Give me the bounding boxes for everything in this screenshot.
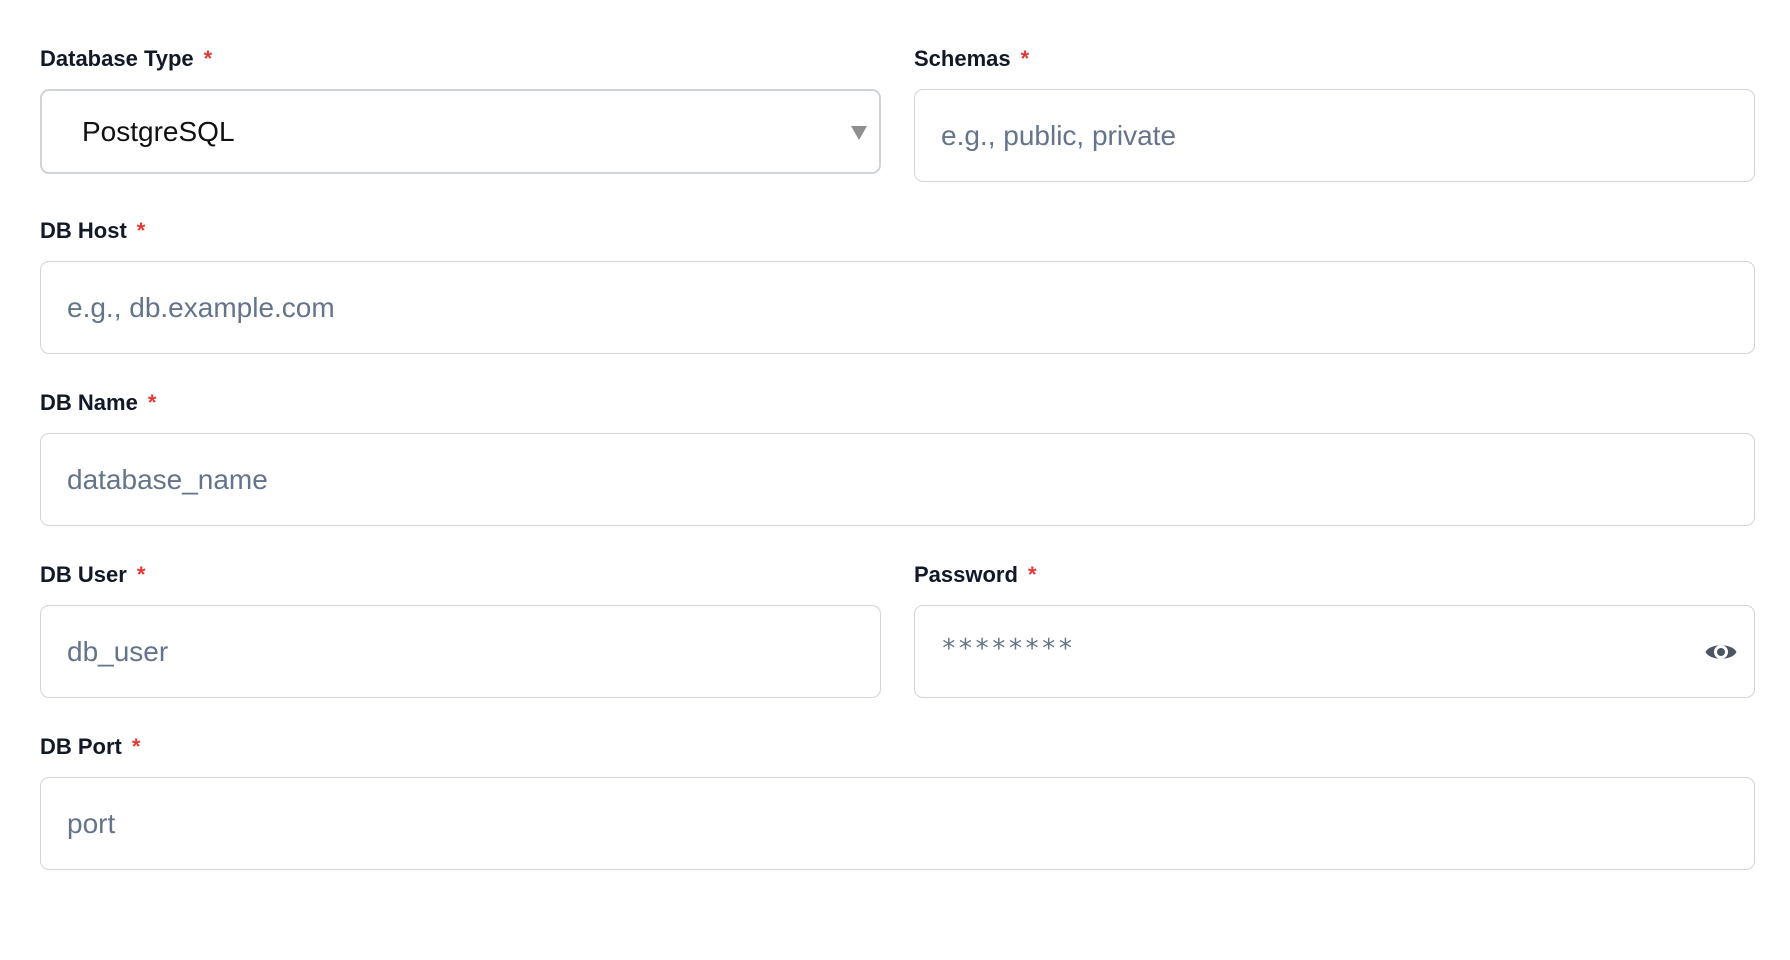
password-label: Password *: [914, 561, 1755, 589]
db-name-input[interactable]: [41, 434, 1754, 525]
form-row-type-schemas: Database Type * PostgreSQL Schemas *: [40, 45, 1755, 182]
db-host-label: DB Host *: [40, 217, 1755, 245]
database-type-label-text: Database Type: [40, 46, 194, 71]
database-type-field: Database Type * PostgreSQL: [40, 45, 881, 182]
db-host-input-box: [40, 261, 1755, 354]
schemas-input-box: [914, 89, 1755, 182]
db-user-label-text: DB User: [40, 562, 127, 587]
password-field: Password * ********: [914, 561, 1755, 698]
required-asterisk: *: [203, 46, 213, 71]
database-type-select[interactable]: PostgreSQL: [40, 89, 881, 174]
required-asterisk: *: [1020, 46, 1030, 71]
required-asterisk: *: [147, 390, 157, 415]
password-masked-value[interactable]: ********: [915, 634, 1754, 664]
db-port-field: DB Port *: [40, 733, 1755, 870]
schemas-label-text: Schemas: [914, 46, 1011, 71]
schemas-field: Schemas *: [914, 45, 1755, 182]
password-label-text: Password: [914, 562, 1018, 587]
db-name-input-box: [40, 433, 1755, 526]
required-asterisk: *: [136, 562, 146, 587]
form-row-user-password: DB User * Password * ********: [40, 561, 1755, 698]
db-user-input[interactable]: [41, 606, 880, 697]
db-user-label: DB User *: [40, 561, 881, 589]
db-port-input-box: [40, 777, 1755, 870]
required-asterisk: *: [131, 734, 141, 759]
db-port-input[interactable]: [41, 778, 1754, 869]
database-type-selected-value: PostgreSQL: [82, 115, 235, 147]
db-host-input[interactable]: [41, 262, 1754, 353]
db-port-label: DB Port *: [40, 733, 1755, 761]
form-row-name: DB Name *: [40, 389, 1755, 526]
db-port-label-text: DB Port: [40, 734, 122, 759]
db-name-label-text: DB Name: [40, 390, 138, 415]
database-connection-form: Database Type * PostgreSQL Schemas * DB Ho…: [40, 0, 1755, 870]
schemas-input[interactable]: [915, 90, 1754, 181]
db-user-input-box: [40, 605, 881, 698]
required-asterisk: *: [136, 218, 146, 243]
db-name-label: DB Name *: [40, 389, 1755, 417]
eye-icon[interactable]: [1704, 637, 1738, 667]
db-host-field: DB Host *: [40, 217, 1755, 354]
db-name-field: DB Name *: [40, 389, 1755, 526]
password-input-box[interactable]: ********: [914, 605, 1755, 698]
dropdown-arrow-icon: [851, 125, 867, 140]
database-type-label: Database Type *: [40, 45, 881, 73]
db-user-field: DB User *: [40, 561, 881, 698]
form-row-port: DB Port *: [40, 733, 1755, 870]
required-asterisk: *: [1027, 562, 1037, 587]
schemas-label: Schemas *: [914, 45, 1755, 73]
db-host-label-text: DB Host: [40, 218, 127, 243]
form-row-host: DB Host *: [40, 217, 1755, 354]
